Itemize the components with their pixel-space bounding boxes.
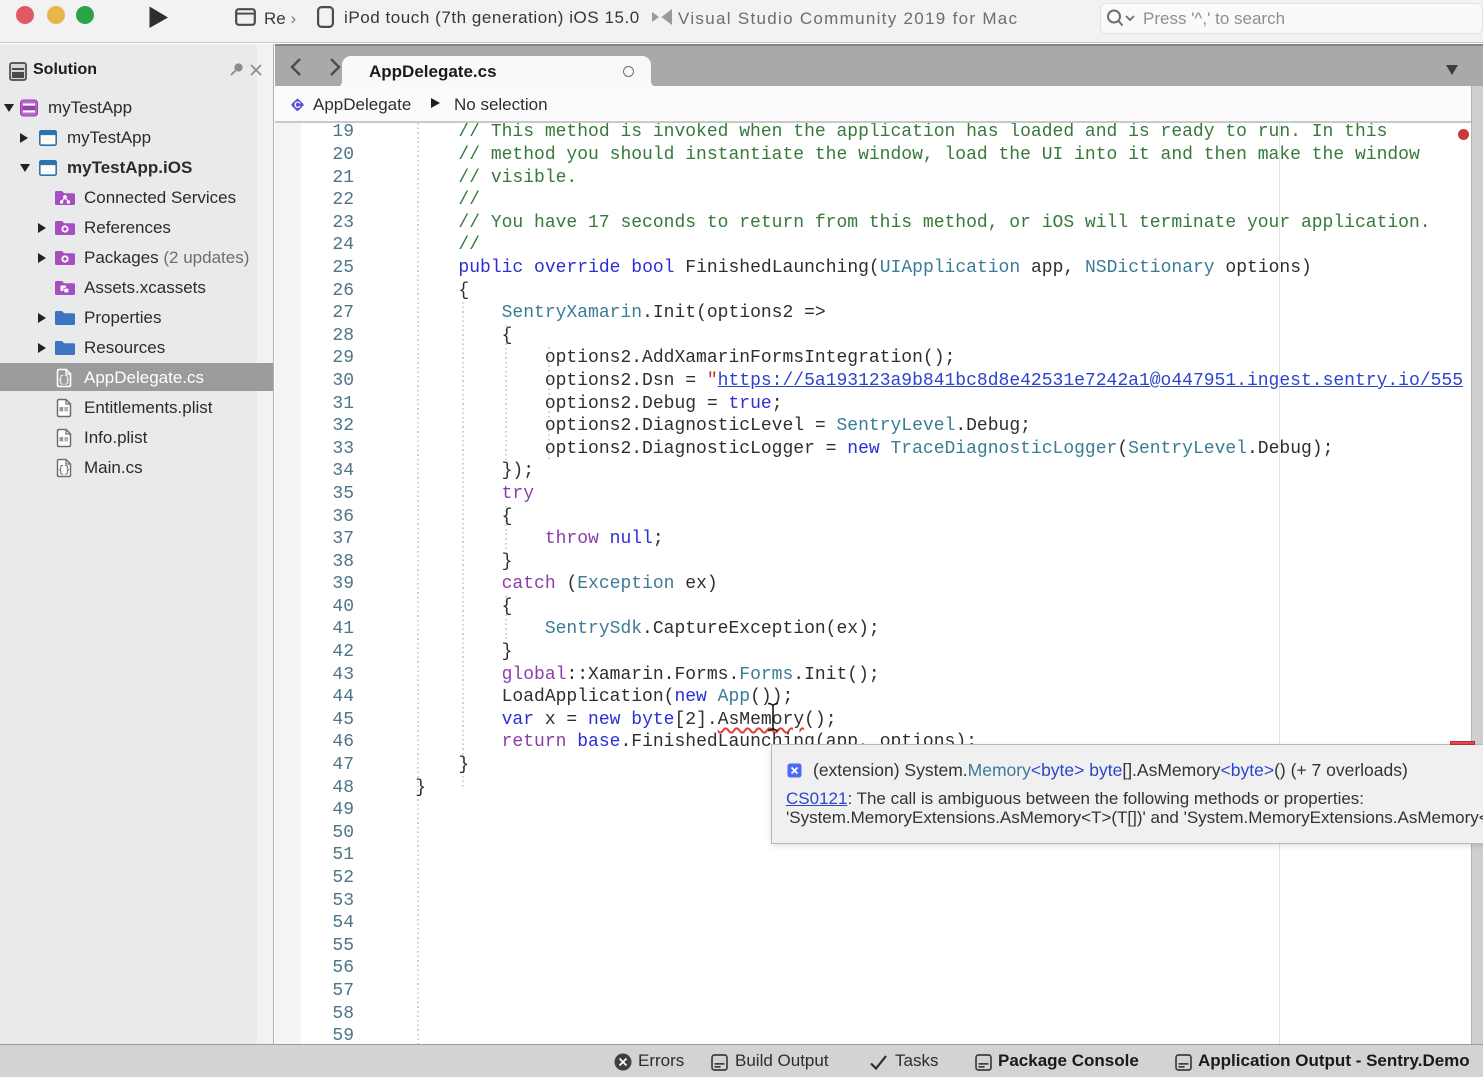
svg-text:C: C [294, 100, 301, 110]
svg-text:{}: {} [58, 375, 71, 387]
svg-text:{}: {} [58, 465, 71, 477]
